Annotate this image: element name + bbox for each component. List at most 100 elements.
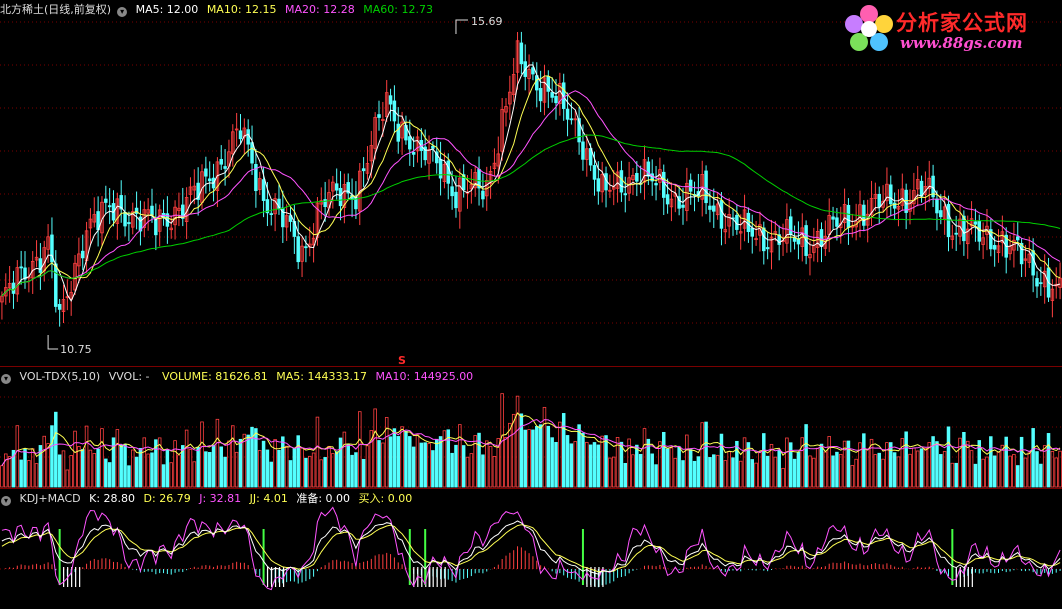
volume-bar [935,441,939,488]
volume-bar [296,435,300,488]
candle [204,168,208,177]
volume-bar [131,449,135,488]
volume-bar [1054,457,1058,488]
volume-bar [808,455,812,488]
volume-bar [839,453,843,488]
volume-bar [662,431,666,488]
candle [550,92,554,98]
panel-divider [0,488,1062,489]
high-marker-line [455,19,468,34]
stock-name: 北方稀土(日线,前复权) [0,3,112,16]
volume-bar [308,455,312,488]
volume-bar [511,413,516,488]
volume-bar [381,442,385,488]
volume-bar [434,438,439,488]
chevron-down-icon[interactable]: ▾ [1,496,11,506]
volume-bar [211,444,216,488]
volume-bar [234,451,239,488]
volume-bar [642,428,647,488]
volume-bar [23,448,27,488]
volume-bar [115,429,120,488]
volume-bar [754,462,758,488]
volume-bar [361,458,366,488]
volume-bar [454,444,458,488]
volume-bar [619,441,624,488]
volume-bar [346,443,350,488]
volume-bar [969,450,974,488]
volume-bar [254,428,258,488]
volume-bar [704,421,708,488]
volume-bar [146,453,150,488]
volume-bar [196,446,200,488]
candle [538,88,543,102]
candle [831,216,835,220]
candle [223,166,227,169]
candle [688,179,693,192]
volume-bar [100,428,104,488]
volume-bar [215,418,220,488]
candle [238,130,243,140]
price-panel: 15.69 10.75 S 北方稀土(日线,前复权) ▾ MA5: 12.00 MA1… [0,0,1062,367]
volume-bar [1008,455,1012,488]
volume-bar [688,449,693,488]
volume-bar [692,460,697,488]
volume-bar [908,453,912,488]
volume-bar [877,452,881,488]
volume-bar [538,424,543,488]
candle [750,227,754,237]
volume-bar [334,451,339,488]
volume-bar [561,413,566,488]
candle [38,258,43,273]
candle [546,76,551,92]
candle [788,216,793,236]
site-logo: 分析家公式网 www.88gs.com [842,4,1052,52]
volume-bar [631,454,635,488]
volume-bar [919,448,924,488]
volume-bar [577,424,581,488]
volume-bar [923,447,928,488]
candle [704,170,708,204]
candle [877,193,881,208]
low-marker-line [47,335,59,350]
candle [569,118,574,121]
volume-bar [623,462,628,488]
volume-bar [261,440,266,488]
candle [665,194,670,205]
candle [261,179,266,201]
volume-bar [565,435,570,488]
candle [219,159,223,165]
volume-bar [681,460,685,488]
volume-bar [450,452,454,488]
volume-bar [731,457,735,488]
chevron-down-icon[interactable]: ▾ [1,374,11,384]
volume-bar [950,462,955,488]
vol-ma5-label: MA5: 144333.17 [276,370,367,383]
volume-bar [1035,451,1039,488]
candle [862,204,866,226]
volume-bar [904,431,908,488]
volume-bar [1031,428,1035,488]
volume-bar [119,444,123,488]
ma5-line [1,64,1061,302]
volume-bar [184,429,189,488]
volume-bar [30,448,35,488]
volume-bar [1016,465,1020,488]
volume-bar [438,436,443,488]
volume-bar [61,450,66,488]
volume-bar [550,437,554,488]
volume-bar [592,442,597,488]
volume-label: VOLUME: 81626.81 [162,370,268,383]
volume-bar [1046,433,1051,488]
vol-ma10-label: MA10: 144925.00 [375,370,474,383]
candle [377,114,381,118]
volume-bar [458,424,462,488]
volume-bar [34,463,39,488]
volume-bar [1012,454,1016,488]
candle [207,178,212,182]
volume-bar [865,448,870,488]
volume-bar [331,453,335,488]
volume-bar [708,457,712,488]
chevron-down-icon[interactable]: ▾ [117,7,128,17]
volume-bar [492,456,497,488]
candle [708,205,712,210]
